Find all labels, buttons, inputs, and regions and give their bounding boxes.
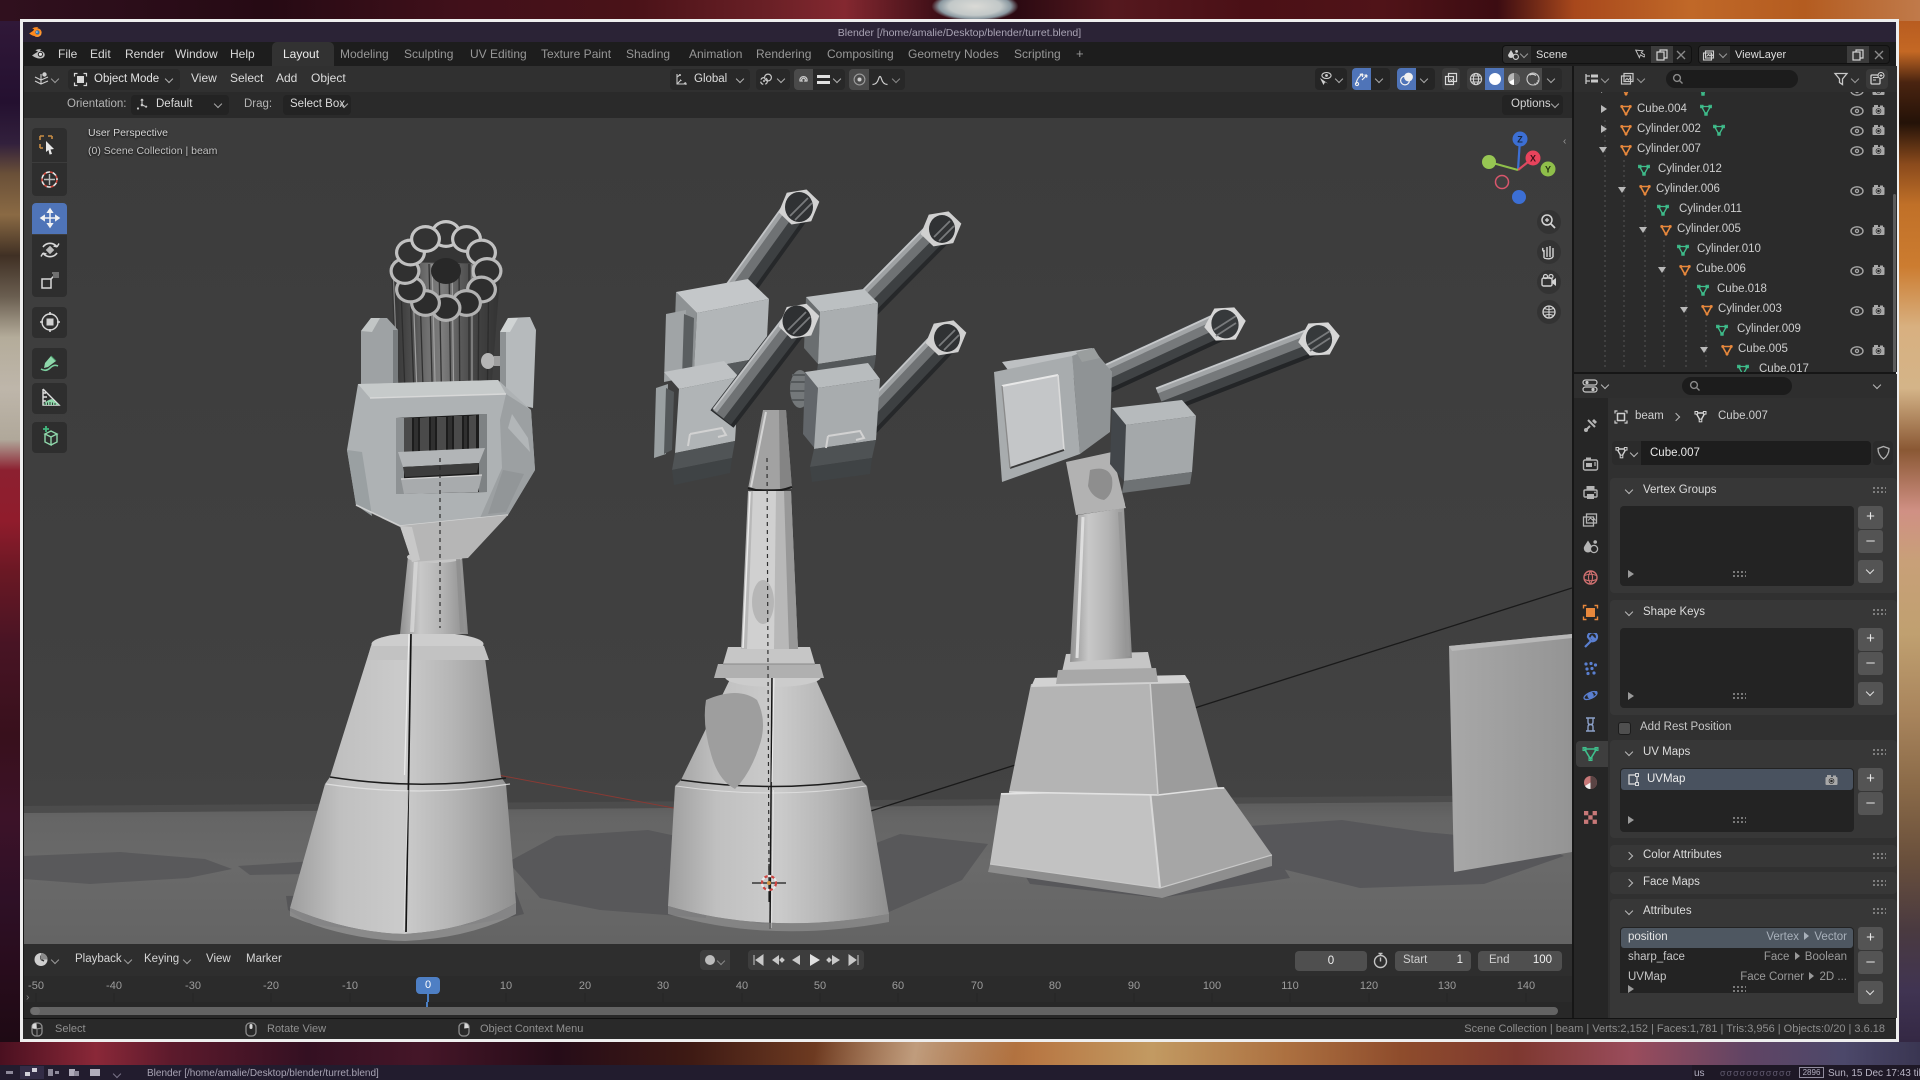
svg-text:‹: ‹ (1563, 136, 1566, 147)
svg-text:Z: Z (1517, 135, 1523, 145)
svg-text:X: X (1530, 154, 1536, 164)
svg-text:Y: Y (1545, 165, 1551, 175)
